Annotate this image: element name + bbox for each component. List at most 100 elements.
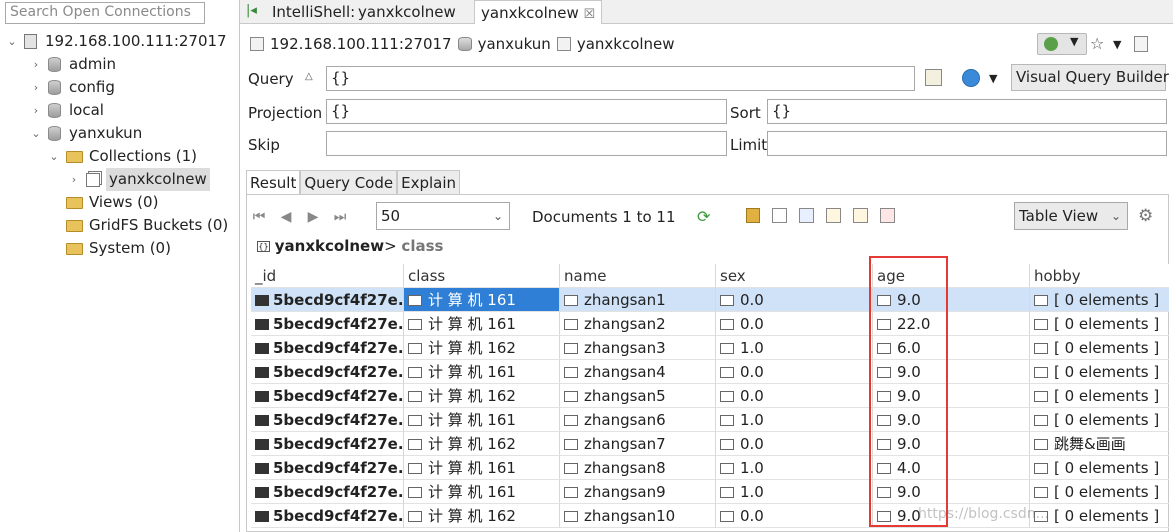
- cell-sex[interactable]: 0.0: [716, 432, 873, 456]
- cell-name[interactable]: zhangsan9: [560, 480, 716, 504]
- chevron-right-icon[interactable]: ›: [30, 99, 42, 122]
- table-row[interactable]: 5becd9cf4f27e... 计 算 机 161 zhangsan4 0.0 9.0…: [251, 360, 1169, 384]
- cell-sex[interactable]: 0.0: [716, 360, 873, 384]
- chevron-right-icon[interactable]: ›: [30, 76, 42, 99]
- cell-hobby[interactable]: [ 0 elements ]: [1030, 360, 1169, 384]
- chevron-down-icon[interactable]: ⌄: [30, 122, 42, 145]
- cell-sex[interactable]: 1.0: [716, 408, 873, 432]
- table-row[interactable]: 5becd9cf4f27e... 计 算 机 161 zhangsan1 0.0 9.0…: [251, 288, 1169, 312]
- cell-hobby[interactable]: 跳舞&画画: [1030, 432, 1169, 456]
- cell-hobby[interactable]: [ 0 elements ]: [1030, 504, 1169, 528]
- gear-icon[interactable]: ⚙: [1138, 206, 1153, 226]
- cell-class[interactable]: 计 算 机 161: [404, 312, 560, 336]
- table-row[interactable]: 5becd9cf4f27e... 计 算 机 161 zhangsan8 1.0 4.0…: [251, 456, 1169, 480]
- history-button[interactable]: ▼: [1037, 33, 1087, 55]
- cell-hobby[interactable]: [ 0 elements ]: [1030, 312, 1169, 336]
- column-header-sex[interactable]: sex: [716, 264, 873, 288]
- add-document-icon[interactable]: [772, 208, 787, 223]
- cell-hobby[interactable]: [ 0 elements ]: [1030, 456, 1169, 480]
- cell-id[interactable]: 5becd9cf4f27e...: [251, 288, 404, 312]
- cell-sex[interactable]: 0.0: [716, 312, 873, 336]
- cell-class[interactable]: 计 算 机 162: [404, 384, 560, 408]
- cell-class[interactable]: 计 算 机 161: [404, 360, 560, 384]
- tree-item-collections[interactable]: ⌄ Collections (1): [48, 145, 197, 168]
- paste-document-icon[interactable]: [853, 208, 868, 223]
- first-page-icon[interactable]: ⏮: [250, 208, 268, 226]
- next-page-icon[interactable]: ▶: [304, 208, 322, 226]
- cell-class[interactable]: 计 算 机 162: [404, 504, 560, 528]
- tab-yanxkcolnew-2[interactable]: yanxkcolnew ☒: [474, 0, 603, 24]
- cell-class[interactable]: 计 算 机 162: [404, 336, 560, 360]
- tab-query-code[interactable]: Query Code: [300, 170, 398, 194]
- cell-sex[interactable]: 1.0: [716, 336, 873, 360]
- cell-id[interactable]: 5becd9cf4f27e...: [251, 360, 404, 384]
- sort-input[interactable]: {}: [767, 99, 1167, 124]
- cell-id[interactable]: 5becd9cf4f27e...: [251, 312, 404, 336]
- cell-sex[interactable]: 1.0: [716, 480, 873, 504]
- tab-explain[interactable]: Explain: [397, 170, 461, 194]
- table-row[interactable]: 5becd9cf4f27e... 计 算 机 161 zhangsan6 1.0 9.0…: [251, 408, 1169, 432]
- collapse-icon[interactable]: △: [305, 71, 313, 82]
- chevron-down-icon[interactable]: ▼: [989, 72, 997, 85]
- tab-yanxkcolnew-1[interactable]: yanxkcolnew: [352, 0, 462, 24]
- tree-item-system[interactable]: System (0): [48, 237, 171, 260]
- cell-id[interactable]: 5becd9cf4f27e...: [251, 408, 404, 432]
- chevron-down-icon[interactable]: ⌄: [6, 30, 18, 53]
- breadcrumb-collection[interactable]: yanxkcolnew: [275, 237, 384, 255]
- cell-id[interactable]: 5becd9cf4f27e...: [251, 456, 404, 480]
- column-header-name[interactable]: name: [560, 264, 716, 288]
- last-page-icon[interactable]: ⏭: [331, 208, 349, 226]
- edit-document-icon[interactable]: [826, 208, 841, 223]
- cell-sex[interactable]: 0.0: [716, 288, 873, 312]
- cell-sex[interactable]: 1.0: [716, 456, 873, 480]
- tree-item-admin[interactable]: › admin: [30, 53, 116, 76]
- cell-hobby[interactable]: [ 0 elements ]: [1030, 384, 1169, 408]
- cell-class[interactable]: 计 算 机 161: [404, 408, 560, 432]
- lock-icon[interactable]: [746, 208, 760, 223]
- cell-class[interactable]: 计 算 机 162: [404, 432, 560, 456]
- cell-name[interactable]: zhangsan1: [560, 288, 716, 312]
- cell-id[interactable]: 5becd9cf4f27e...: [251, 480, 404, 504]
- tree-item-config[interactable]: › config: [30, 76, 115, 99]
- tab-intellishell[interactable]: IntelliShell:: [266, 0, 361, 24]
- chevron-right-icon[interactable]: ›: [68, 168, 80, 191]
- cell-class[interactable]: 计 算 机 161: [404, 288, 560, 312]
- cell-id[interactable]: 5becd9cf4f27e...: [251, 432, 404, 456]
- column-header-class[interactable]: class: [404, 264, 560, 288]
- run-icon[interactable]: [962, 69, 980, 87]
- tree-item-yanxukun[interactable]: ⌄ yanxukun: [30, 122, 142, 145]
- cell-name[interactable]: zhangsan8: [560, 456, 716, 480]
- tree-item-local[interactable]: › local: [30, 99, 104, 122]
- cell-id[interactable]: 5becd9cf4f27e...: [251, 504, 404, 528]
- search-connections-input[interactable]: Search Open Connections: [5, 2, 205, 24]
- refresh-icon[interactable]: ⟳: [697, 207, 710, 226]
- table-row[interactable]: 5becd9cf4f27e... 计 算 机 162 zhangsan5 0.0 9.0…: [251, 384, 1169, 408]
- path-collection[interactable]: yanxkcolnew: [577, 33, 675, 55]
- cell-name[interactable]: zhangsan7: [560, 432, 716, 456]
- cell-name[interactable]: zhangsan5: [560, 384, 716, 408]
- cell-hobby[interactable]: [ 0 elements ]: [1030, 288, 1169, 312]
- limit-input[interactable]: [767, 131, 1167, 156]
- table-row[interactable]: 5becd9cf4f27e... 计 算 机 161 zhangsan9 1.0 9.0…: [251, 480, 1169, 504]
- tree-item-yanxkcolnew[interactable]: › yanxkcolnew: [68, 168, 210, 191]
- column-header-id[interactable]: _id: [251, 264, 404, 288]
- tree-item-gridfs[interactable]: GridFS Buckets (0): [48, 214, 228, 237]
- query-input[interactable]: {}: [326, 66, 915, 91]
- projection-input[interactable]: {}: [326, 99, 727, 124]
- delete-document-icon[interactable]: [880, 208, 895, 223]
- tab-result[interactable]: Result: [246, 170, 301, 194]
- tree-item-views[interactable]: Views (0): [48, 191, 158, 214]
- visual-query-builder-button[interactable]: Visual Query Builder: [1011, 64, 1169, 91]
- cell-name[interactable]: zhangsan3: [560, 336, 716, 360]
- chevron-down-icon[interactable]: ▼: [1113, 38, 1121, 51]
- cell-class[interactable]: 计 算 机 161: [404, 480, 560, 504]
- edit-query-icon[interactable]: [925, 69, 942, 86]
- page-size-select[interactable]: 50 ⌄: [376, 202, 510, 230]
- view-mode-select[interactable]: Table View ⌄: [1014, 202, 1128, 230]
- path-db[interactable]: yanxukun: [478, 33, 551, 55]
- star-icon[interactable]: ☆: [1090, 34, 1104, 53]
- cell-name[interactable]: zhangsan2: [560, 312, 716, 336]
- table-row[interactable]: 5becd9cf4f27e... 计 算 机 162 zhangsan7 0.0 9.0…: [251, 432, 1169, 456]
- cell-sex[interactable]: 0.0: [716, 384, 873, 408]
- tree-item-server[interactable]: ⌄ 192.168.100.111:27017: [6, 30, 226, 53]
